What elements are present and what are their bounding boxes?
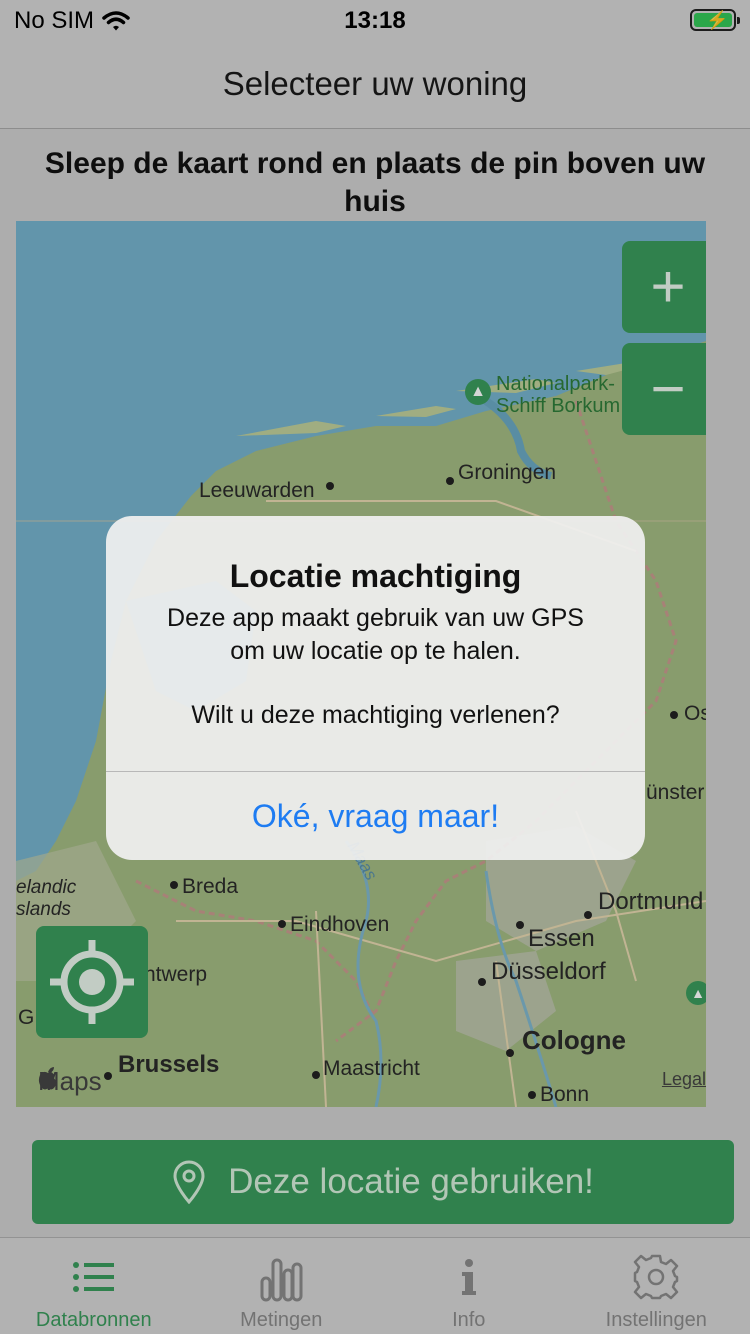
alert-message: Deze app maakt gebruik van uw GPS om uw … <box>126 602 625 732</box>
alert-message-line: Wilt u deze machtiging verlenen? <box>191 701 560 729</box>
alert-message-line: om uw locatie op te halen. <box>230 637 521 665</box>
alert-message-line: Deze app maakt gebruik van uw GPS <box>167 604 584 632</box>
alert-message-spacer <box>126 668 625 699</box>
location-permission-alert: Locatie machtiging Deze app maakt gebrui… <box>106 516 645 860</box>
alert-confirm-button[interactable]: Oké, vraag maar! <box>106 772 645 860</box>
alert-title: Locatie machtiging <box>229 558 522 594</box>
